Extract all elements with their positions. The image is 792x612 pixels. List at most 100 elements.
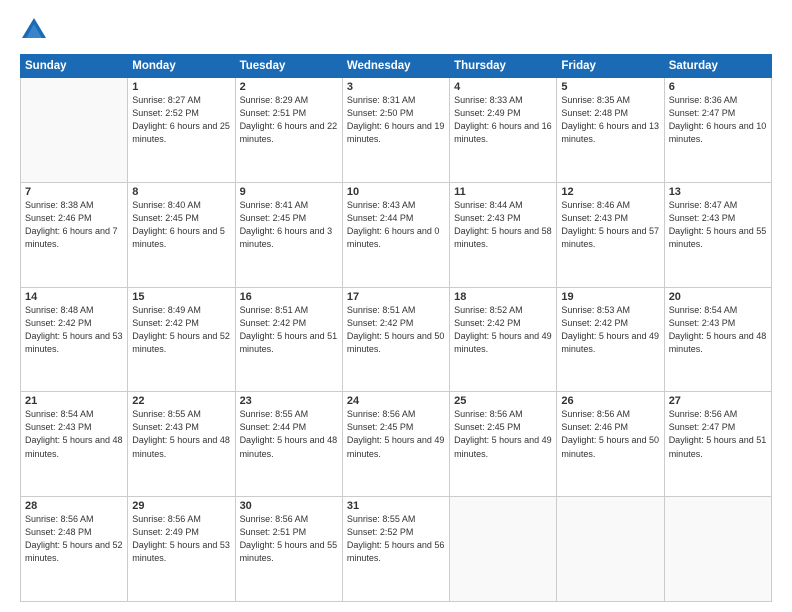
weekday-header-sunday: Sunday xyxy=(21,55,128,78)
day-number: 30 xyxy=(240,500,338,512)
day-info: Sunrise: 8:33 AM Sunset: 2:49 PM Dayligh… xyxy=(454,94,552,146)
calendar-table: SundayMondayTuesdayWednesdayThursdayFrid… xyxy=(20,54,772,602)
logo-icon xyxy=(20,16,48,44)
calendar-cell: 20Sunrise: 8:54 AM Sunset: 2:43 PM Dayli… xyxy=(664,287,771,392)
day-number: 9 xyxy=(240,186,338,198)
calendar-cell: 10Sunrise: 8:43 AM Sunset: 2:44 PM Dayli… xyxy=(342,182,449,287)
day-number: 2 xyxy=(240,81,338,93)
day-number: 12 xyxy=(561,186,659,198)
day-info: Sunrise: 8:29 AM Sunset: 2:51 PM Dayligh… xyxy=(240,94,338,146)
day-info: Sunrise: 8:51 AM Sunset: 2:42 PM Dayligh… xyxy=(240,304,338,356)
calendar-cell xyxy=(21,78,128,183)
day-number: 4 xyxy=(454,81,552,93)
day-info: Sunrise: 8:56 AM Sunset: 2:51 PM Dayligh… xyxy=(240,513,338,565)
weekday-header-saturday: Saturday xyxy=(664,55,771,78)
weekday-header-thursday: Thursday xyxy=(450,55,557,78)
day-number: 24 xyxy=(347,395,445,407)
calendar-cell: 7Sunrise: 8:38 AM Sunset: 2:46 PM Daylig… xyxy=(21,182,128,287)
day-number: 19 xyxy=(561,291,659,303)
day-number: 14 xyxy=(25,291,123,303)
calendar-cell: 24Sunrise: 8:56 AM Sunset: 2:45 PM Dayli… xyxy=(342,392,449,497)
calendar-cell: 30Sunrise: 8:56 AM Sunset: 2:51 PM Dayli… xyxy=(235,497,342,602)
day-number: 7 xyxy=(25,186,123,198)
calendar-week-2: 7Sunrise: 8:38 AM Sunset: 2:46 PM Daylig… xyxy=(21,182,772,287)
day-number: 25 xyxy=(454,395,552,407)
calendar-cell: 29Sunrise: 8:56 AM Sunset: 2:49 PM Dayli… xyxy=(128,497,235,602)
day-info: Sunrise: 8:49 AM Sunset: 2:42 PM Dayligh… xyxy=(132,304,230,356)
calendar-page: SundayMondayTuesdayWednesdayThursdayFrid… xyxy=(0,0,792,612)
calendar-cell: 22Sunrise: 8:55 AM Sunset: 2:43 PM Dayli… xyxy=(128,392,235,497)
day-info: Sunrise: 8:55 AM Sunset: 2:44 PM Dayligh… xyxy=(240,408,338,460)
calendar-cell: 16Sunrise: 8:51 AM Sunset: 2:42 PM Dayli… xyxy=(235,287,342,392)
day-number: 3 xyxy=(347,81,445,93)
calendar-cell: 18Sunrise: 8:52 AM Sunset: 2:42 PM Dayli… xyxy=(450,287,557,392)
header xyxy=(20,16,772,44)
calendar-week-5: 28Sunrise: 8:56 AM Sunset: 2:48 PM Dayli… xyxy=(21,497,772,602)
day-info: Sunrise: 8:31 AM Sunset: 2:50 PM Dayligh… xyxy=(347,94,445,146)
calendar-cell xyxy=(557,497,664,602)
day-number: 11 xyxy=(454,186,552,198)
day-number: 26 xyxy=(561,395,659,407)
weekday-header-wednesday: Wednesday xyxy=(342,55,449,78)
day-number: 31 xyxy=(347,500,445,512)
day-info: Sunrise: 8:51 AM Sunset: 2:42 PM Dayligh… xyxy=(347,304,445,356)
calendar-cell: 9Sunrise: 8:41 AM Sunset: 2:45 PM Daylig… xyxy=(235,182,342,287)
day-info: Sunrise: 8:54 AM Sunset: 2:43 PM Dayligh… xyxy=(669,304,767,356)
day-number: 27 xyxy=(669,395,767,407)
calendar-cell: 3Sunrise: 8:31 AM Sunset: 2:50 PM Daylig… xyxy=(342,78,449,183)
day-number: 22 xyxy=(132,395,230,407)
calendar-cell: 12Sunrise: 8:46 AM Sunset: 2:43 PM Dayli… xyxy=(557,182,664,287)
day-number: 1 xyxy=(132,81,230,93)
calendar-week-3: 14Sunrise: 8:48 AM Sunset: 2:42 PM Dayli… xyxy=(21,287,772,392)
calendar-cell: 23Sunrise: 8:55 AM Sunset: 2:44 PM Dayli… xyxy=(235,392,342,497)
day-number: 23 xyxy=(240,395,338,407)
day-number: 21 xyxy=(25,395,123,407)
calendar-cell xyxy=(664,497,771,602)
day-info: Sunrise: 8:56 AM Sunset: 2:46 PM Dayligh… xyxy=(561,408,659,460)
calendar-cell: 11Sunrise: 8:44 AM Sunset: 2:43 PM Dayli… xyxy=(450,182,557,287)
weekday-header-row: SundayMondayTuesdayWednesdayThursdayFrid… xyxy=(21,55,772,78)
day-info: Sunrise: 8:53 AM Sunset: 2:42 PM Dayligh… xyxy=(561,304,659,356)
day-number: 16 xyxy=(240,291,338,303)
calendar-cell: 15Sunrise: 8:49 AM Sunset: 2:42 PM Dayli… xyxy=(128,287,235,392)
day-number: 17 xyxy=(347,291,445,303)
weekday-header-tuesday: Tuesday xyxy=(235,55,342,78)
weekday-header-friday: Friday xyxy=(557,55,664,78)
calendar-cell: 21Sunrise: 8:54 AM Sunset: 2:43 PM Dayli… xyxy=(21,392,128,497)
calendar-week-4: 21Sunrise: 8:54 AM Sunset: 2:43 PM Dayli… xyxy=(21,392,772,497)
day-number: 20 xyxy=(669,291,767,303)
day-info: Sunrise: 8:35 AM Sunset: 2:48 PM Dayligh… xyxy=(561,94,659,146)
calendar-cell: 17Sunrise: 8:51 AM Sunset: 2:42 PM Dayli… xyxy=(342,287,449,392)
day-info: Sunrise: 8:56 AM Sunset: 2:48 PM Dayligh… xyxy=(25,513,123,565)
calendar-cell: 26Sunrise: 8:56 AM Sunset: 2:46 PM Dayli… xyxy=(557,392,664,497)
day-info: Sunrise: 8:48 AM Sunset: 2:42 PM Dayligh… xyxy=(25,304,123,356)
day-info: Sunrise: 8:38 AM Sunset: 2:46 PM Dayligh… xyxy=(25,199,123,251)
calendar-cell: 1Sunrise: 8:27 AM Sunset: 2:52 PM Daylig… xyxy=(128,78,235,183)
day-info: Sunrise: 8:46 AM Sunset: 2:43 PM Dayligh… xyxy=(561,199,659,251)
calendar-cell: 2Sunrise: 8:29 AM Sunset: 2:51 PM Daylig… xyxy=(235,78,342,183)
calendar-cell: 8Sunrise: 8:40 AM Sunset: 2:45 PM Daylig… xyxy=(128,182,235,287)
calendar-cell: 5Sunrise: 8:35 AM Sunset: 2:48 PM Daylig… xyxy=(557,78,664,183)
logo xyxy=(20,16,52,44)
calendar-week-1: 1Sunrise: 8:27 AM Sunset: 2:52 PM Daylig… xyxy=(21,78,772,183)
day-number: 13 xyxy=(669,186,767,198)
day-number: 18 xyxy=(454,291,552,303)
day-info: Sunrise: 8:44 AM Sunset: 2:43 PM Dayligh… xyxy=(454,199,552,251)
day-number: 15 xyxy=(132,291,230,303)
day-number: 10 xyxy=(347,186,445,198)
day-number: 5 xyxy=(561,81,659,93)
day-info: Sunrise: 8:47 AM Sunset: 2:43 PM Dayligh… xyxy=(669,199,767,251)
day-info: Sunrise: 8:56 AM Sunset: 2:45 PM Dayligh… xyxy=(347,408,445,460)
weekday-header-monday: Monday xyxy=(128,55,235,78)
day-info: Sunrise: 8:56 AM Sunset: 2:47 PM Dayligh… xyxy=(669,408,767,460)
calendar-cell: 25Sunrise: 8:56 AM Sunset: 2:45 PM Dayli… xyxy=(450,392,557,497)
day-info: Sunrise: 8:52 AM Sunset: 2:42 PM Dayligh… xyxy=(454,304,552,356)
day-number: 6 xyxy=(669,81,767,93)
day-info: Sunrise: 8:55 AM Sunset: 2:52 PM Dayligh… xyxy=(347,513,445,565)
calendar-cell: 19Sunrise: 8:53 AM Sunset: 2:42 PM Dayli… xyxy=(557,287,664,392)
calendar-cell: 28Sunrise: 8:56 AM Sunset: 2:48 PM Dayli… xyxy=(21,497,128,602)
day-info: Sunrise: 8:43 AM Sunset: 2:44 PM Dayligh… xyxy=(347,199,445,251)
calendar-cell: 4Sunrise: 8:33 AM Sunset: 2:49 PM Daylig… xyxy=(450,78,557,183)
calendar-cell: 14Sunrise: 8:48 AM Sunset: 2:42 PM Dayli… xyxy=(21,287,128,392)
day-info: Sunrise: 8:41 AM Sunset: 2:45 PM Dayligh… xyxy=(240,199,338,251)
